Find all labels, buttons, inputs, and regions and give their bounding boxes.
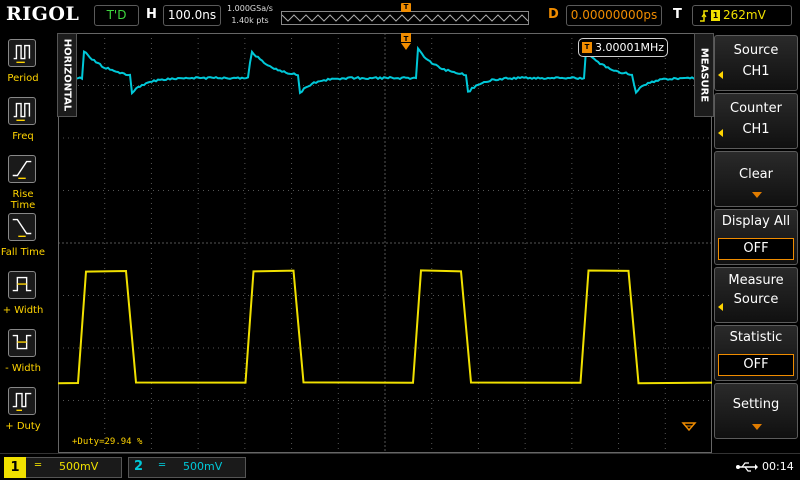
- measure-source-title-line2: Source: [715, 292, 797, 307]
- frequency-value: 3.00001MHz: [595, 41, 664, 54]
- measure-tab-label: MEASURE: [699, 48, 710, 102]
- graticule-lines: [58, 33, 712, 453]
- run-state-indicator[interactable]: T'D: [94, 5, 139, 26]
- display-all-softkey[interactable]: Display All OFF: [714, 209, 798, 265]
- counter-title: Counter: [715, 101, 797, 116]
- waveform-display[interactable]: T: [58, 33, 712, 453]
- trigger-time-marker: T: [401, 33, 411, 50]
- positive-width-icon: [8, 271, 36, 299]
- memory-depth: 1.40k pts: [226, 15, 274, 27]
- trigger-level-marker: [683, 423, 695, 430]
- arrow-left-icon: [718, 129, 723, 137]
- measure-label: - Width: [0, 363, 46, 374]
- statistic-value: OFF: [718, 354, 794, 376]
- ch1-status[interactable]: 1 ═ 500mV: [4, 457, 122, 478]
- status-bar: RIGOL T'D H 100.0ns 1.000GSa/s 1.40k pts…: [0, 0, 800, 32]
- trigger-label: T: [673, 7, 682, 22]
- trigger-setting[interactable]: 1 262mV: [692, 5, 792, 26]
- ch2-status[interactable]: 2 ═ 500mV: [128, 457, 246, 478]
- measure-source-title: Measure: [715, 273, 797, 288]
- chevron-down-icon: [752, 192, 762, 198]
- usb-icon: [736, 461, 758, 473]
- measure-softkey-menu: Source CH1 Counter CH1 Clear Display All…: [714, 33, 800, 453]
- setting-title: Setting: [715, 397, 797, 412]
- measure-fall-time-button[interactable]: Fall Time: [0, 207, 56, 265]
- measure-label: + Width: [0, 305, 46, 316]
- display-all-title: Display All: [715, 214, 797, 229]
- ch1-badge: 1: [4, 457, 26, 478]
- arrow-left-icon: [718, 71, 723, 79]
- source-title: Source: [715, 43, 797, 58]
- rising-edge-icon: [699, 9, 709, 23]
- frequency-icon: [8, 97, 36, 125]
- horizontal-tab-label: HORIZONTAL: [62, 39, 73, 112]
- negative-width-icon: [8, 329, 36, 357]
- measure-label: Freq: [0, 131, 46, 142]
- period-icon: [8, 39, 36, 67]
- arrow-left-icon: [718, 303, 723, 311]
- clear-softkey[interactable]: Clear: [714, 151, 798, 207]
- positive-duty-icon: [8, 387, 36, 415]
- measure-positive-duty-button[interactable]: + Duty: [0, 381, 56, 439]
- setting-softkey[interactable]: Setting: [714, 383, 798, 439]
- source-value: CH1: [715, 64, 797, 79]
- channel-status-bar: 1 ═ 500mV 2 ═ 500mV 00:14: [0, 453, 800, 480]
- timebase-value[interactable]: 100.0ns: [163, 5, 221, 26]
- fall-time-icon: [8, 213, 36, 241]
- rise-time-icon: [8, 155, 36, 183]
- chevron-down-icon: [752, 424, 762, 430]
- ch2-scale: 500mV: [183, 460, 222, 473]
- delay-value[interactable]: 0.00000000ps: [566, 5, 662, 26]
- measure-freq-button[interactable]: Freq: [0, 91, 56, 149]
- dc-coupling-icon: ═: [35, 460, 41, 471]
- delay-label: D: [548, 7, 559, 22]
- measure-label: Fall Time: [0, 247, 46, 258]
- brand-logo: RIGOL: [6, 3, 79, 25]
- ch1-scale: 500mV: [59, 460, 98, 473]
- memory-position-bar: [281, 11, 529, 25]
- horizontal-menu-tab[interactable]: HORIZONTAL: [57, 33, 77, 117]
- clear-title: Clear: [715, 167, 797, 182]
- duty-measurement-readout: +Duty=29.94 %: [72, 437, 142, 447]
- statistic-title: Statistic: [715, 330, 797, 345]
- trigger-level: 262mV: [723, 8, 766, 22]
- acquisition-info: 1.000GSa/s 1.40k pts: [226, 3, 274, 27]
- measure-menu-tab[interactable]: MEASURE: [694, 33, 714, 117]
- measure-negative-width-button[interactable]: - Width: [0, 323, 56, 381]
- dc-coupling-icon: ═: [159, 460, 165, 471]
- display-all-value: OFF: [718, 238, 794, 260]
- trigger-position-marker: T: [401, 3, 411, 12]
- timebase-label: H: [146, 7, 157, 22]
- measure-source-softkey[interactable]: Measure Source: [714, 267, 798, 323]
- measurement-palette: Period Freq Rise Time Fall Time + Width: [0, 33, 56, 453]
- measure-label: + Duty: [0, 421, 46, 432]
- measure-rise-time-button[interactable]: Rise Time: [0, 149, 56, 207]
- measure-period-button[interactable]: Period: [0, 33, 56, 91]
- counter-value: CH1: [715, 122, 797, 137]
- source-softkey[interactable]: Source CH1: [714, 35, 798, 91]
- frequency-counter-readout: T 3.00001MHz: [578, 38, 668, 57]
- trigger-channel-1-icon: 1: [711, 10, 720, 21]
- statistic-softkey[interactable]: Statistic OFF: [714, 325, 798, 381]
- measure-label: Period: [0, 73, 46, 84]
- waveform-graticule: T: [58, 33, 712, 453]
- sample-rate: 1.000GSa/s: [226, 3, 274, 15]
- system-clock: 00:14: [762, 460, 794, 473]
- ch2-badge: 2: [134, 459, 143, 474]
- memory-waveform-icon: [282, 12, 528, 24]
- trigger-counter-icon: T: [582, 42, 592, 53]
- svg-text:T: T: [404, 35, 409, 43]
- measure-positive-width-button[interactable]: + Width: [0, 265, 56, 323]
- counter-softkey[interactable]: Counter CH1: [714, 93, 798, 149]
